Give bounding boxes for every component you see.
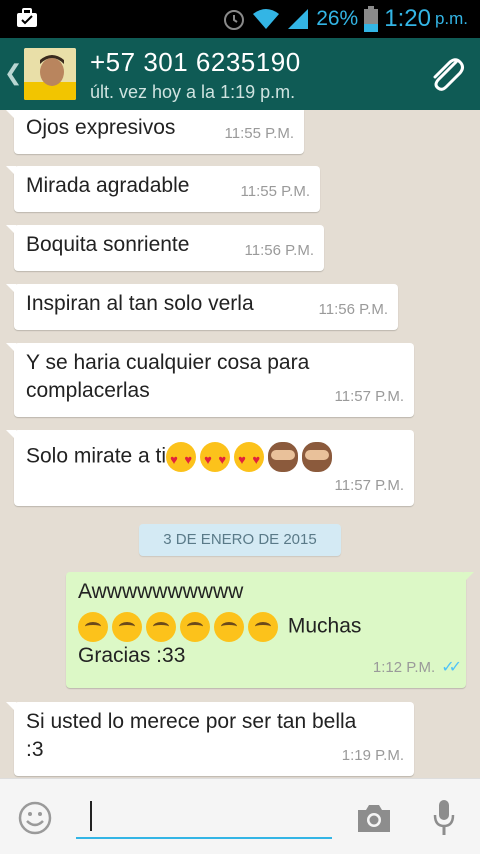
message-incoming[interactable]: Ojos expresivos 11:55 P.M. (6, 110, 304, 154)
contact-name[interactable]: +57 301 6235190 (90, 47, 301, 78)
message-incoming[interactable]: Solo mirate a ti 11:57 P.M. (6, 430, 414, 506)
message-incoming[interactable]: Inspiran al tan solo verla 11:56 P.M. (6, 284, 398, 330)
battery-icon (364, 6, 379, 32)
message-time: 1:12 P.M. (372, 659, 436, 676)
smiley-icon[interactable] (18, 801, 52, 835)
status-ampm: p.m. (434, 9, 468, 28)
message-text: Y se haria cualquier cosa para (26, 351, 310, 374)
message-text: Inspiran al tan solo verla (26, 292, 254, 315)
status-right: 26% 1:20 p.m. (222, 5, 468, 33)
double-check-icon: ✓✓ (441, 659, 462, 676)
avatar[interactable] (24, 48, 76, 100)
message-input[interactable] (76, 793, 332, 839)
heart-eyes-emoji (200, 442, 231, 474)
heart-eyes-emoji (234, 442, 265, 474)
message-text: Awwwwwwwwww (78, 580, 244, 603)
battery-percent: 26% (316, 7, 359, 30)
alarm-icon (224, 10, 245, 30)
message-time: 11:57 P.M. (334, 477, 405, 494)
message-text: Mirada agradable (26, 174, 190, 197)
text-cursor (90, 801, 92, 831)
mic-icon[interactable] (432, 799, 456, 837)
message-outgoing[interactable]: Awwwwwwwwww Muchas Gracias :33 1:12 P.M.… (66, 572, 474, 688)
message-incoming[interactable]: Boquita sonriente 11:56 P.M. (6, 225, 324, 271)
message-time: 1:19 P.M. (341, 747, 404, 764)
message-time: 11:55 P.M. (224, 125, 295, 142)
message-time: 11:55 P.M. (240, 183, 311, 200)
smiling-emoji (214, 612, 244, 642)
message-text: Solo mirate a ti (26, 444, 167, 468)
wifi-icon (253, 9, 280, 29)
last-seen: últ. vez hoy a la 1:19 p.m. (90, 82, 296, 102)
compose-bar (0, 778, 480, 854)
date-divider: 3 DE ENERO DE 2015 (139, 524, 341, 556)
camera-icon[interactable] (356, 803, 392, 833)
smiling-emoji (78, 612, 108, 642)
back-chevron-icon[interactable]: ❮ (4, 60, 22, 86)
message-incoming[interactable]: Y se haria cualquier cosa para complacer… (6, 343, 414, 417)
message-text: Boquita sonriente (26, 233, 190, 256)
paperclip-icon[interactable] (426, 54, 466, 94)
message-incoming[interactable]: Si usted lo merece por ser tan bella :3 … (6, 702, 414, 776)
message-text: Muchas (287, 614, 362, 638)
message-incoming[interactable]: Mirada agradable 11:55 P.M. (6, 166, 320, 212)
smiling-emoji (180, 612, 210, 642)
see-no-evil-monkey-emoji (268, 442, 299, 472)
smiling-emoji (146, 612, 176, 642)
message-time-status: 1:12 P.M. ✓✓ (372, 654, 462, 682)
chat-area[interactable]: Ojos expresivos 11:55 P.M. Mirada agrada… (0, 110, 480, 778)
chat-header: ❮ +57 301 6235190 últ. vez hoy a la 1:19… (0, 38, 480, 110)
briefcase-icon (17, 8, 37, 27)
message-text: Ojos expresivos (26, 116, 176, 139)
message-text: Si usted lo merece por ser tan bella (26, 710, 357, 733)
status-bar: 26% 1:20 p.m. (0, 0, 480, 38)
status-time: 1:20 (384, 5, 431, 32)
signal-icon (288, 9, 309, 29)
smiling-emoji (112, 612, 142, 642)
heart-eyes-emoji (166, 442, 197, 474)
message-time: 11:57 P.M. (334, 388, 405, 405)
message-time: 11:56 P.M. (244, 242, 315, 259)
see-no-evil-monkey-emoji (302, 442, 333, 472)
smiling-emoji (248, 612, 278, 642)
message-time: 11:56 P.M. (318, 301, 389, 318)
